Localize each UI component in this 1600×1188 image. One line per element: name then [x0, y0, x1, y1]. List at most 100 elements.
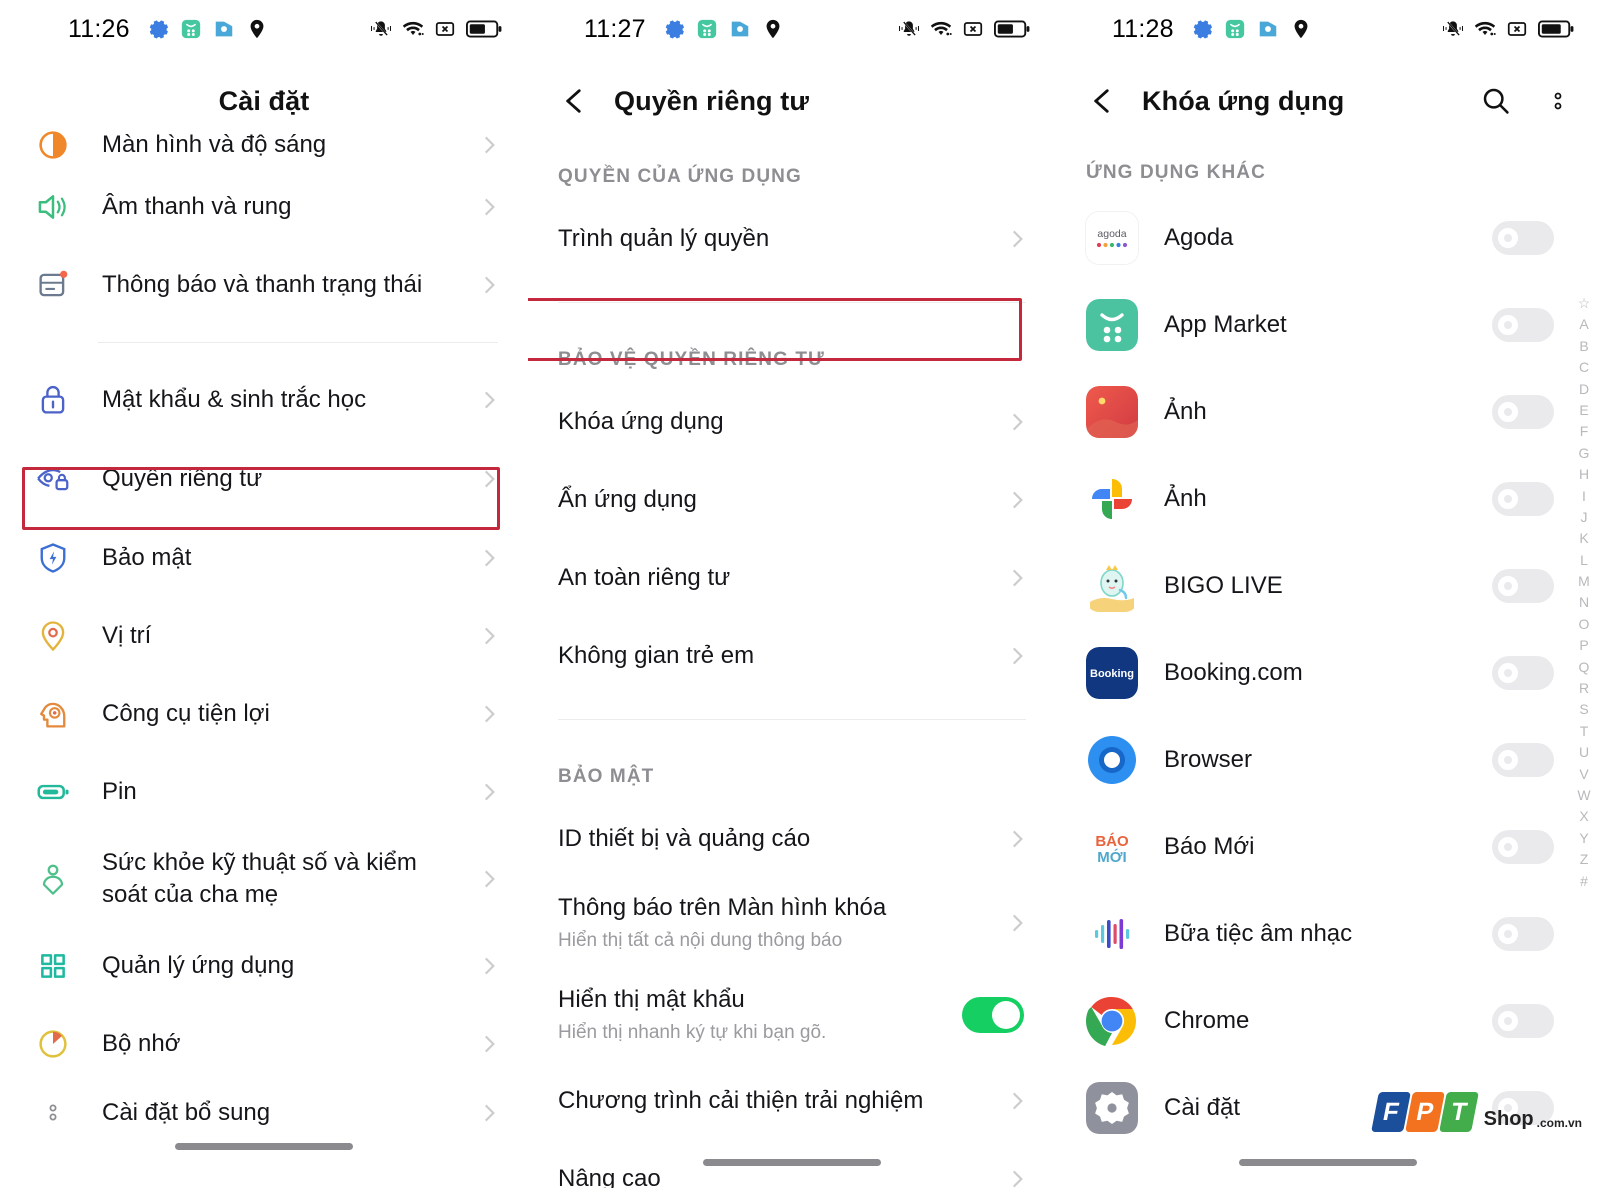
- sidebar-item-storage[interactable]: Bộ nhớ: [0, 1005, 528, 1083]
- no-sim-icon: [962, 18, 984, 40]
- list-item-experience-improvement[interactable]: Chương trình cải thiện trải nghiệm: [528, 1062, 1056, 1140]
- sidebar-item-app-management[interactable]: Quản lý ứng dụng: [0, 927, 528, 1005]
- alpha-index-letter[interactable]: S: [1576, 702, 1592, 716]
- sidebar-item-convenience-tools[interactable]: Công cụ tiện lợi: [0, 675, 528, 753]
- app-lock-toggle[interactable]: [1492, 916, 1554, 951]
- sidebar-item-password-biometrics[interactable]: Mật khẩu & sinh trắc học: [0, 361, 528, 439]
- sidebar-item-notifications[interactable]: Thông báo và thanh trạng thái: [0, 246, 528, 324]
- list-item-sublabel: Hiển thị tất cả nội dung thông báo: [558, 929, 843, 951]
- list-item-app-lock[interactable]: Khóa ứng dụng: [528, 383, 1056, 461]
- sidebar-item-label: Bộ nhớ: [102, 1030, 181, 1058]
- app-row-agoda[interactable]: agoda Agoda: [1056, 194, 1600, 281]
- screen-settings: 11:26 Cài đặt Màn hình và độ sáng Âm tha…: [0, 0, 528, 1188]
- app-row-bigo-live[interactable]: BIGO LIVE: [1056, 542, 1600, 629]
- app-row-bao-moi[interactable]: BÁO MỚI Báo Mới: [1056, 803, 1600, 890]
- alphabet-index-scrollbar[interactable]: ☆ A B C D E F G H I J K L M N O P Q R S T U V W X Y Z #: [1576, 296, 1592, 888]
- sidebar-item-display[interactable]: Màn hình và độ sáng: [0, 122, 528, 168]
- alpha-index-letter[interactable]: G: [1576, 446, 1592, 460]
- chevron-right-icon: [1012, 1092, 1023, 1110]
- chevron-right-icon: [1012, 230, 1023, 248]
- alpha-index-letter[interactable]: J: [1576, 510, 1592, 524]
- app-lock-toggle[interactable]: [1492, 568, 1554, 603]
- nav-home-pill[interactable]: [175, 1143, 353, 1150]
- list-item-device-ad-id[interactable]: ID thiết bị và quảng cáo: [528, 800, 1056, 878]
- app-row-chrome[interactable]: Chrome: [1056, 977, 1600, 1064]
- alpha-index-letter[interactable]: W: [1576, 788, 1592, 802]
- alpha-index-letter[interactable]: ☆: [1576, 296, 1592, 310]
- alpha-index-letter[interactable]: Z: [1576, 852, 1592, 866]
- alpha-index-letter[interactable]: H: [1576, 467, 1592, 481]
- app-market-icon: [696, 18, 718, 40]
- alpha-index-letter[interactable]: C: [1576, 360, 1592, 374]
- app-lock-toggle[interactable]: [1492, 394, 1554, 429]
- chevron-right-icon: [1012, 569, 1023, 587]
- app-lock-toggle[interactable]: [1492, 742, 1554, 777]
- alpha-index-letter[interactable]: O: [1576, 617, 1592, 631]
- chevron-right-icon: [1012, 413, 1023, 431]
- alpha-index-letter[interactable]: U: [1576, 745, 1592, 759]
- alpha-index-letter[interactable]: R: [1576, 681, 1592, 695]
- app-row-google-photos[interactable]: Ảnh: [1056, 455, 1600, 542]
- sidebar-item-battery[interactable]: Pin: [0, 753, 528, 831]
- alpha-index-letter[interactable]: I: [1576, 489, 1592, 503]
- app-row-music-party[interactable]: Bữa tiệc âm nhạc: [1056, 890, 1600, 977]
- sidebar-item-sound[interactable]: Âm thanh và rung: [0, 168, 528, 246]
- alpha-index-letter[interactable]: F: [1576, 424, 1592, 438]
- notification-card-icon: [30, 262, 76, 308]
- fpt-domain-text: .com.vn: [1536, 1116, 1582, 1130]
- location-pin-icon: [30, 613, 76, 659]
- head-gear-icon: [30, 691, 76, 737]
- back-button[interactable]: [1080, 78, 1126, 124]
- alpha-index-letter[interactable]: K: [1576, 531, 1592, 545]
- alpha-index-letter[interactable]: T: [1576, 724, 1592, 738]
- alpha-index-letter[interactable]: X: [1576, 809, 1592, 823]
- alpha-index-letter[interactable]: N: [1576, 595, 1592, 609]
- overflow-menu-button[interactable]: [1540, 83, 1576, 119]
- status-bar-right-2: [898, 18, 1030, 40]
- search-button[interactable]: [1478, 83, 1514, 119]
- alpha-index-letter[interactable]: E: [1576, 403, 1592, 417]
- list-item-label: Hiển thị mật khẩu: [558, 986, 745, 1014]
- alpha-index-letter[interactable]: L: [1576, 553, 1592, 567]
- sidebar-item-location[interactable]: Vị trí: [0, 597, 528, 675]
- app-lock-toggle[interactable]: [1492, 307, 1554, 342]
- sidebar-item-privacy[interactable]: Quyền riêng tư: [0, 439, 528, 519]
- alpha-index-letter[interactable]: A: [1576, 317, 1592, 331]
- back-button[interactable]: [552, 78, 598, 124]
- oppo-photos-icon: [1086, 385, 1138, 438]
- list-item-kids-space[interactable]: Không gian trẻ em: [528, 617, 1056, 695]
- list-item-permission-manager[interactable]: Trình quản lý quyền: [528, 200, 1056, 278]
- status-bar-right-3: [1442, 18, 1574, 40]
- app-row-app-market[interactable]: App Market: [1056, 281, 1600, 368]
- app-lock-toggle[interactable]: [1492, 1003, 1554, 1038]
- screen-privacy: 11:27 Quyền riêng tư QUYỀN CỦA ỨNG DỤNG …: [528, 0, 1056, 1188]
- app-lock-toggle[interactable]: [1492, 481, 1554, 516]
- location-pin-icon: [1290, 18, 1312, 40]
- list-item-private-safe[interactable]: An toàn riêng tư: [528, 539, 1056, 617]
- brightness-icon: [30, 122, 76, 168]
- list-item-hide-apps[interactable]: Ẩn ứng dụng: [528, 461, 1056, 539]
- app-row-photos-oppo[interactable]: Ảnh: [1056, 368, 1600, 455]
- sidebar-item-digital-wellbeing[interactable]: Sức khỏe kỹ thuật số và kiểm soát của ch…: [0, 831, 528, 927]
- list-item-show-password[interactable]: Hiển thị mật khẩu Hiển thị nhanh ký tự k…: [528, 968, 1056, 1062]
- nav-home-pill[interactable]: [1239, 1159, 1417, 1166]
- alpha-index-letter[interactable]: Y: [1576, 831, 1592, 845]
- app-lock-toggle[interactable]: [1492, 829, 1554, 864]
- show-password-toggle[interactable]: [962, 997, 1024, 1033]
- alpha-index-letter[interactable]: P: [1576, 638, 1592, 652]
- alpha-index-letter[interactable]: V: [1576, 767, 1592, 781]
- sidebar-item-label: Quản lý ứng dụng: [102, 952, 295, 980]
- alpha-index-letter[interactable]: B: [1576, 339, 1592, 353]
- alpha-index-letter[interactable]: D: [1576, 382, 1592, 396]
- alpha-index-letter[interactable]: #: [1576, 874, 1592, 888]
- app-row-browser[interactable]: Browser: [1056, 716, 1600, 803]
- sidebar-item-security[interactable]: Bảo mật: [0, 519, 528, 597]
- app-row-booking[interactable]: Booking Booking.com: [1056, 629, 1600, 716]
- nav-home-pill[interactable]: [703, 1159, 881, 1166]
- list-item-lockscreen-notifications[interactable]: Thông báo trên Màn hình khóa Hiển thị tấ…: [528, 878, 1056, 968]
- alpha-index-letter[interactable]: Q: [1576, 660, 1592, 674]
- alpha-index-letter[interactable]: M: [1576, 574, 1592, 588]
- app-lock-toggle[interactable]: [1492, 655, 1554, 690]
- sidebar-item-additional-settings[interactable]: Cài đặt bổ sung: [0, 1083, 528, 1143]
- app-lock-toggle[interactable]: [1492, 220, 1554, 255]
